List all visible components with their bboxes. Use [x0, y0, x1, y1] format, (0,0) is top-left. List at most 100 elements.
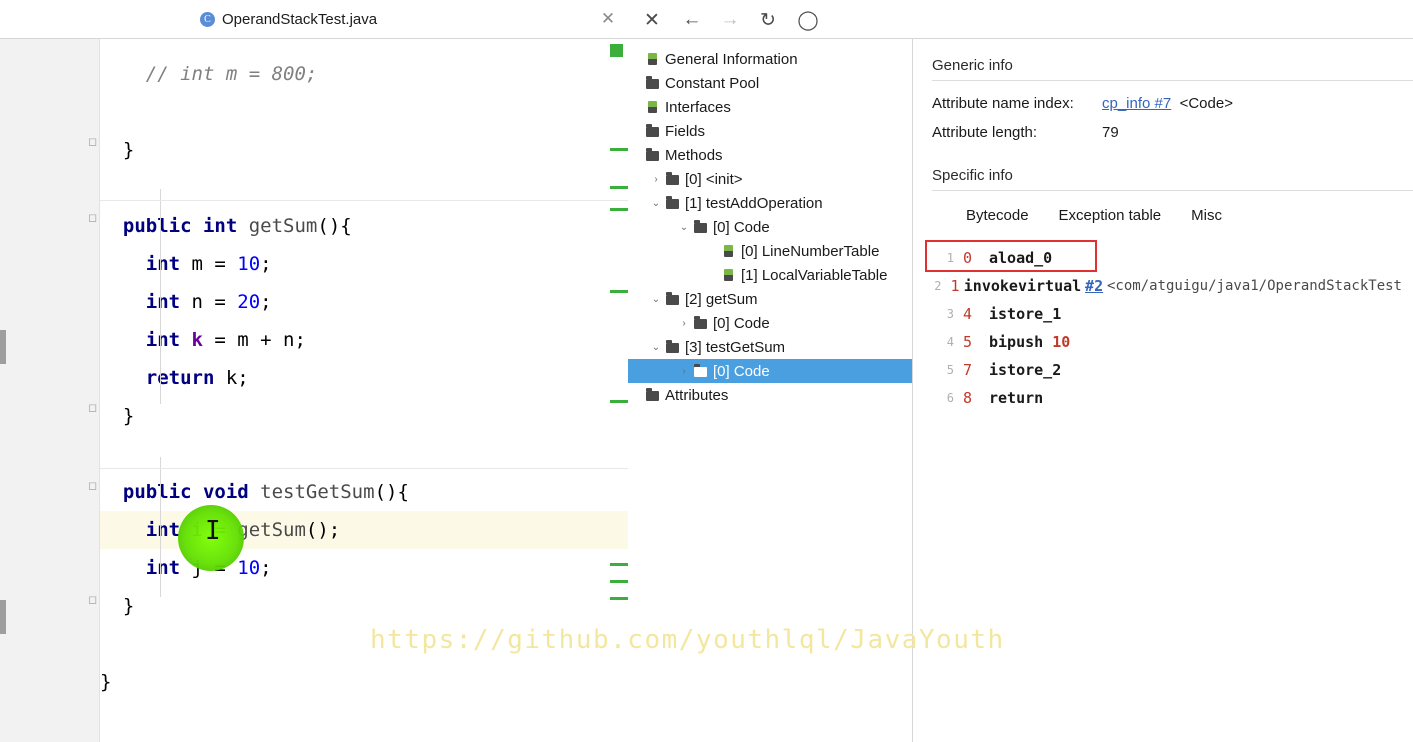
tree-item-method-testaddoperation[interactable]: ⌄ [1] testAddOperation [628, 191, 912, 215]
tree-item-interfaces[interactable]: Interfaces [628, 95, 912, 119]
browse-icon[interactable]: ◯ [794, 6, 822, 34]
bytecode-operand: 10 [1052, 333, 1070, 351]
gutter-change-mark [0, 330, 6, 364]
back-icon[interactable]: ← [678, 6, 706, 34]
tree-item-method-getsum[interactable]: ⌄ [2] getSum [628, 287, 912, 311]
tree-item-constant-pool[interactable]: Constant Pool [628, 71, 912, 95]
bytecode-listing[interactable]: 1 0 aload_0 2 1 invokevirtual #2 <com/at… [932, 244, 1402, 412]
constant-pool-ref-link[interactable]: #2 [1085, 277, 1103, 295]
folder-icon [644, 123, 660, 140]
tree-item-attributes[interactable]: Attributes [628, 383, 912, 407]
application-window: C OperandStackTest.java ✕ 14 15 16 17 18… [0, 0, 1413, 742]
cp-info-link[interactable]: cp_info #7 [1102, 95, 1171, 112]
watermark-github: https://github.com/youthlql/JavaYouth [370, 625, 1005, 655]
fold-marker[interactable]: ◻ [88, 213, 99, 224]
bytecode-row[interactable]: 1 0 aload_0 [932, 244, 1402, 272]
editor-tab-operandstacktest[interactable]: C OperandStackTest.java [200, 0, 377, 38]
tab-misc[interactable]: Misc [1191, 207, 1222, 228]
tree-item-label: [1] testAddOperation [685, 195, 823, 212]
tree-item-method-init[interactable]: › [0] <init> [628, 167, 912, 191]
fold-marker[interactable]: ◻ [88, 137, 99, 148]
divider [932, 190, 1413, 191]
indent-guide [160, 189, 161, 404]
attribute-length-row: Attribute length:79 [932, 124, 1413, 141]
fold-marker[interactable]: ◻ [88, 403, 99, 414]
leaf-icon [720, 243, 736, 260]
chevron-right-icon[interactable]: › [648, 174, 664, 185]
attribute-length-label: Attribute length: [932, 124, 1102, 141]
tree-item-code-testgetsum-selected[interactable]: › [0] Code [628, 359, 912, 383]
folder-icon [692, 363, 708, 380]
bytecode-opcode: istore_1 [989, 305, 1061, 323]
tree-item-label: General Information [665, 51, 798, 68]
tree-item-methods[interactable]: Methods [628, 143, 912, 167]
attribute-length-value: 79 [1102, 124, 1119, 141]
inspection-status-indicator[interactable] [610, 44, 623, 57]
forward-icon[interactable]: → [716, 6, 744, 34]
bytecode-offset: 7 [963, 361, 979, 379]
close-icon[interactable]: ✕ [600, 11, 616, 27]
reload-icon[interactable]: ↻ [754, 6, 782, 34]
close-icon[interactable]: ✕ [638, 6, 666, 34]
tab-bytecode[interactable]: Bytecode [966, 207, 1029, 228]
code-vision-mark [610, 208, 628, 211]
tree-item-label: [2] getSum [685, 291, 758, 308]
tree-item-code-getsum[interactable]: › [0] Code [628, 311, 912, 335]
generic-info-title: Generic info [932, 57, 1413, 74]
bytecode-offset: 1 [950, 277, 959, 295]
tree-item-linenumbertable[interactable]: [0] LineNumberTable [628, 239, 912, 263]
bytecode-row[interactable]: 6 8 return [932, 384, 1402, 412]
attribute-name-index-label: Attribute name index: [932, 95, 1102, 112]
tree-item-label: [0] Code [713, 315, 770, 332]
tree-item-code-testaddoperation[interactable]: ⌄ [0] Code [628, 215, 912, 239]
java-class-icon: C [200, 12, 215, 27]
code-line: int k = m + n; [100, 321, 628, 359]
code-line: public void testGetSum(){ [100, 473, 628, 511]
bytecode-line-index: 2 [932, 279, 941, 293]
tree-item-label: Fields [665, 123, 705, 140]
bytecode-comment: <com/atguigu/java1/OperandStackTest [1107, 278, 1402, 294]
chevron-down-icon[interactable]: ⌄ [676, 222, 692, 233]
editor-gutter[interactable] [0, 39, 100, 742]
folder-icon [644, 147, 660, 164]
folder-icon [644, 75, 660, 92]
bytecode-opcode: bipush [989, 333, 1043, 351]
code-vision-mark [610, 580, 628, 583]
code-line: } [100, 397, 628, 435]
folder-icon [664, 291, 680, 308]
chevron-right-icon[interactable]: › [676, 318, 692, 329]
tree-item-method-testgetsum[interactable]: ⌄ [3] testGetSum [628, 335, 912, 359]
code-line: int j = 10; [100, 549, 628, 587]
tree-item-fields[interactable]: Fields [628, 119, 912, 143]
code-line: int n = 20; [100, 283, 628, 321]
indent-guide [160, 457, 161, 597]
bytecode-row[interactable]: 3 4 istore_1 [932, 300, 1402, 328]
mouse-cursor-icon: I [205, 518, 221, 544]
code-line [100, 169, 628, 207]
bytecode-row[interactable]: 5 7 istore_2 [932, 356, 1402, 384]
attribute-name-value: <Code> [1180, 95, 1233, 112]
selected-instruction-outline [925, 240, 1097, 272]
code-line: } [100, 587, 628, 625]
bytecode-opcode: return [989, 389, 1043, 407]
fold-marker[interactable]: ◻ [88, 595, 99, 606]
tree-item-general-information[interactable]: General Information [628, 47, 912, 71]
code-line [100, 93, 628, 131]
bytecode-row[interactable]: 4 5 bipush 10 [932, 328, 1402, 356]
bytecode-row[interactable]: 2 1 invokevirtual #2 <com/atguigu/java1/… [932, 272, 1402, 300]
bytecode-offset: 4 [963, 305, 979, 323]
code-vision-mark [610, 290, 628, 293]
specific-info-title: Specific info [932, 167, 1413, 184]
tree-item-localvariabletable[interactable]: [1] LocalVariableTable [628, 263, 912, 287]
chevron-down-icon[interactable]: ⌄ [648, 294, 664, 305]
code-line: // int m = 800; [100, 55, 628, 93]
chevron-right-icon[interactable]: › [676, 366, 692, 377]
tab-exception-table[interactable]: Exception table [1059, 207, 1162, 228]
chevron-down-icon[interactable]: ⌄ [648, 342, 664, 353]
code-vision-mark [610, 148, 628, 151]
fold-marker[interactable]: ◻ [88, 481, 99, 492]
code-line: int m = 10; [100, 245, 628, 283]
leaf-icon [720, 267, 736, 284]
chevron-down-icon[interactable]: ⌄ [648, 198, 664, 209]
code-line: } [100, 663, 628, 701]
